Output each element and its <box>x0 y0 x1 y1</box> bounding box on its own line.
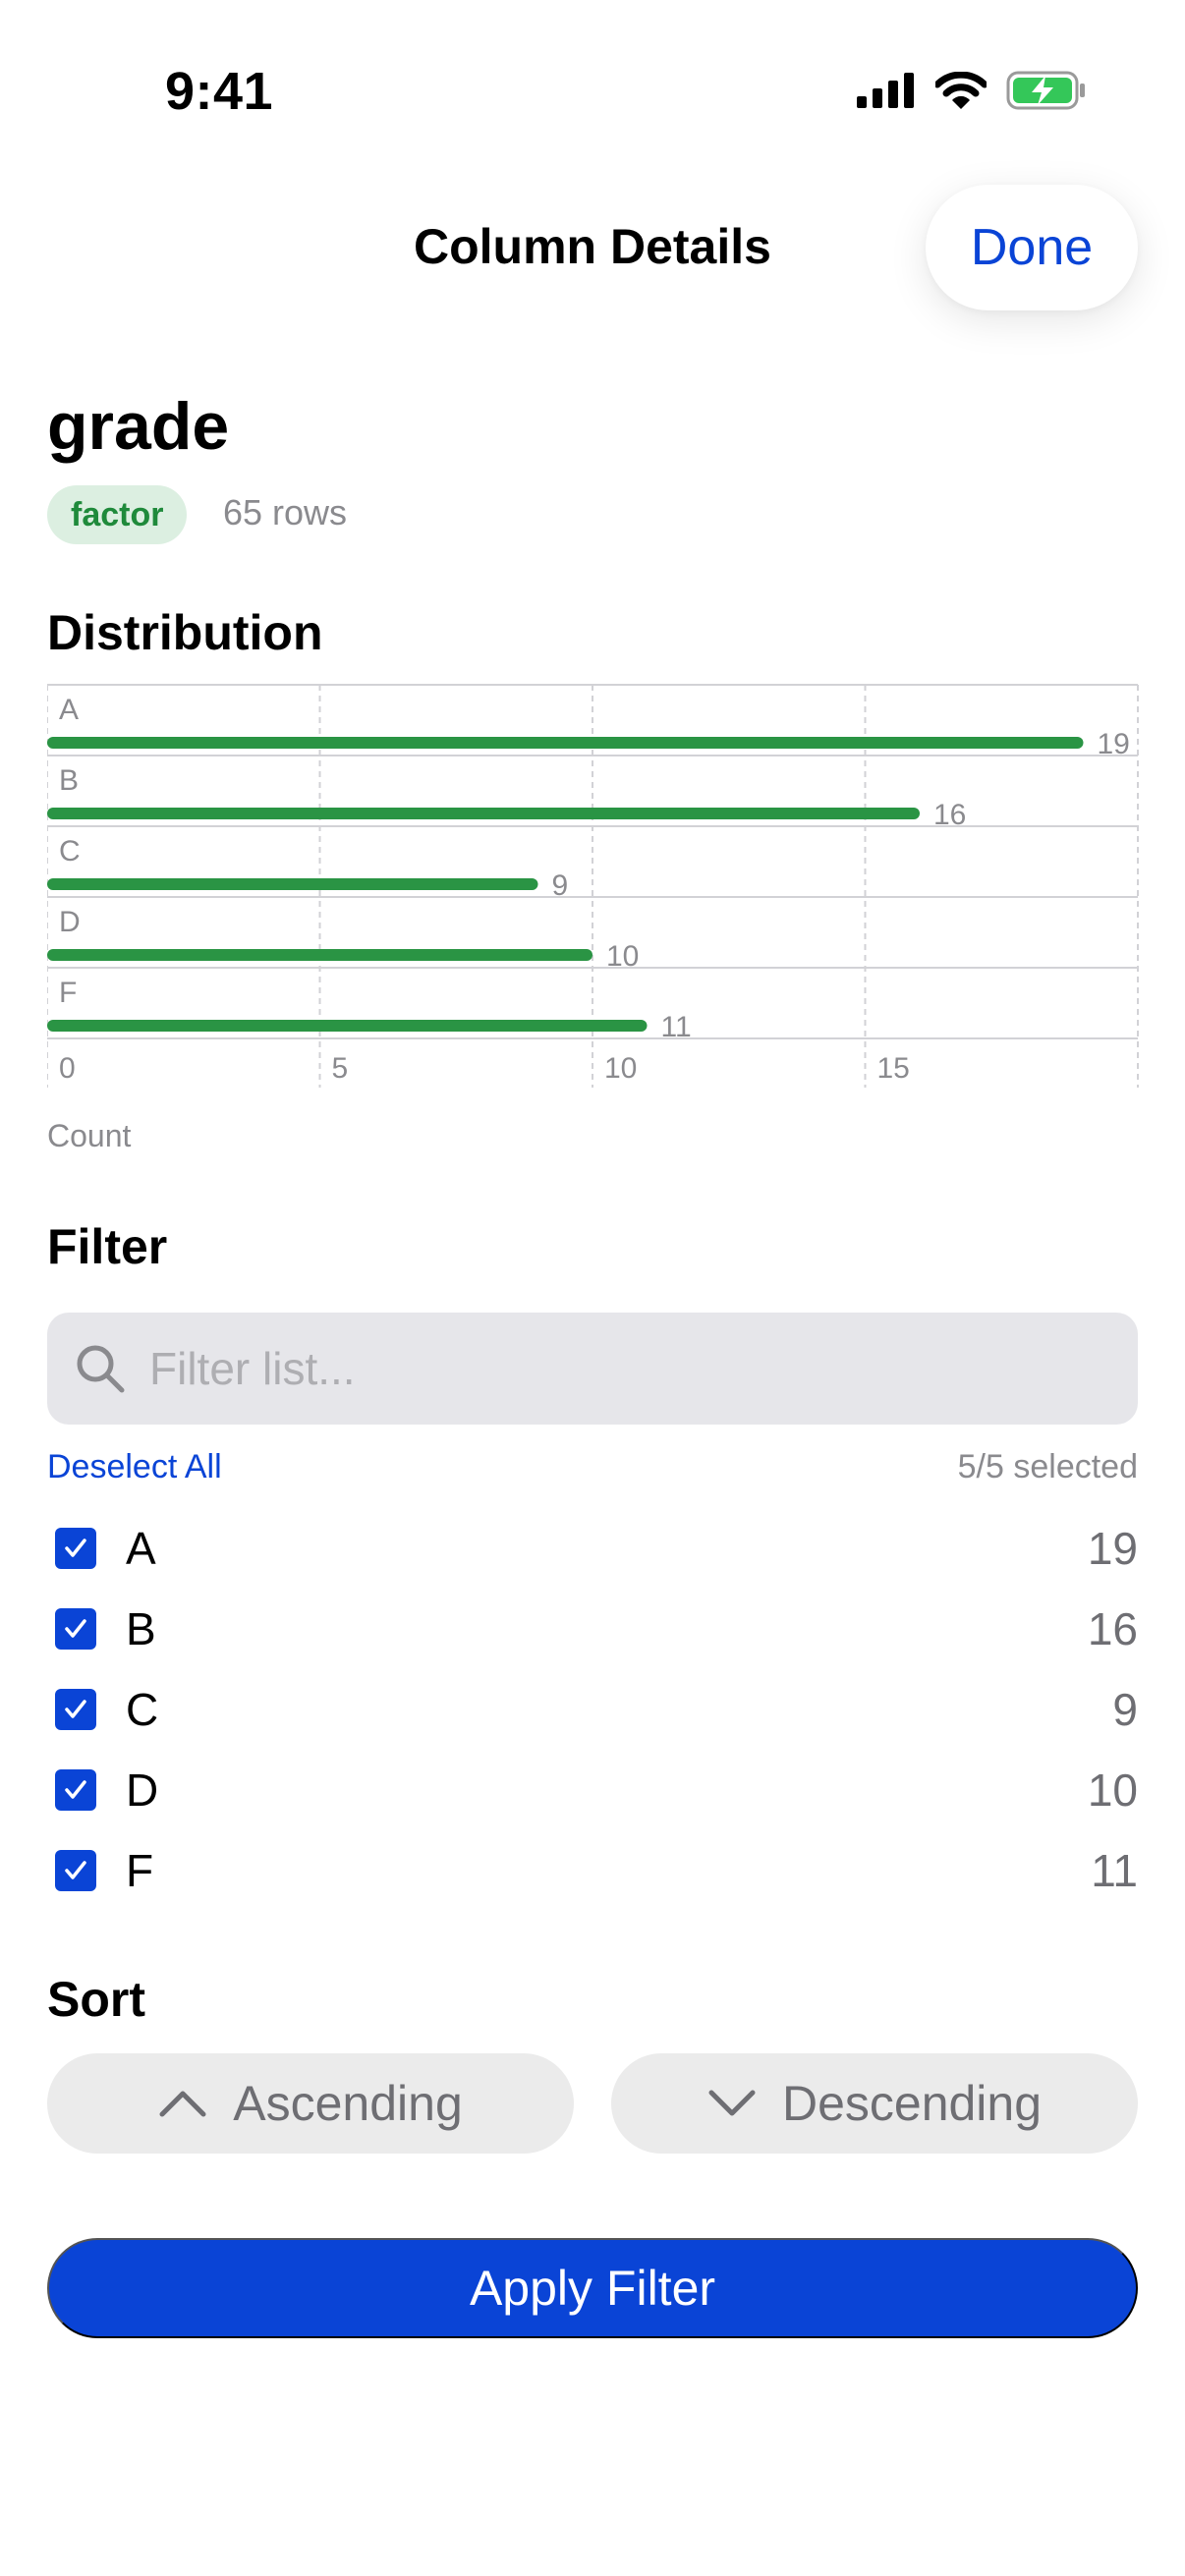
filter-option-a[interactable]: A 19 <box>47 1509 1138 1588</box>
cellular-signal-icon <box>857 73 914 108</box>
filter-search-input[interactable] <box>147 1341 1036 1396</box>
chart-bar <box>47 1020 648 1032</box>
filter-option-f[interactable]: F 11 <box>47 1831 1138 1910</box>
apply-filter-button[interactable]: Apply Filter <box>47 2238 1138 2338</box>
option-label: A <box>126 1523 156 1574</box>
chart-bar <box>47 808 920 819</box>
filter-option-c[interactable]: C 9 <box>47 1670 1138 1749</box>
chart-axis-label: Count <box>47 1118 132 1153</box>
sort-ascending-button[interactable]: Ascending <box>47 2053 574 2154</box>
chart-category-label: C <box>59 835 81 868</box>
chart-category-label: A <box>59 694 79 726</box>
status-icons <box>857 71 1087 110</box>
option-label: D <box>126 1764 159 1816</box>
status-time: 9:41 <box>165 62 274 121</box>
deselect-all-button[interactable]: Deselect All <box>47 1448 222 1486</box>
option-count: 10 <box>1087 1764 1138 1816</box>
option-count: 11 <box>1091 1845 1138 1896</box>
search-icon <box>77 1345 125 1393</box>
filter-heading: Filter <box>47 1219 168 1274</box>
chart-value-label: 10 <box>606 940 639 973</box>
chart-tick-label: 15 <box>877 1052 910 1085</box>
done-button[interactable]: Done <box>926 185 1138 310</box>
filter-option-d[interactable]: D 10 <box>47 1751 1138 1829</box>
option-label: C <box>126 1684 159 1735</box>
distribution-heading: Distribution <box>47 605 323 660</box>
option-count: 19 <box>1087 1523 1138 1574</box>
option-label: B <box>126 1603 156 1654</box>
chevron-up-icon <box>159 2091 206 2117</box>
filter-search-field[interactable] <box>47 1313 1138 1425</box>
option-count: 9 <box>1112 1684 1138 1735</box>
chart-bar <box>47 878 538 890</box>
chevron-down-icon <box>708 2090 756 2116</box>
chart-value-label: 9 <box>552 869 569 902</box>
sort-ascending-label: Ascending <box>233 2076 463 2131</box>
option-count: 16 <box>1087 1603 1138 1654</box>
battery-charging-icon <box>1006 71 1085 110</box>
checkbox-checked-icon[interactable] <box>55 1689 96 1730</box>
checkbox-checked-icon[interactable] <box>55 1850 96 1891</box>
wifi-icon <box>935 72 987 109</box>
chart-category-label: B <box>59 764 79 797</box>
sort-descending-label: Descending <box>781 2076 1043 2131</box>
chart-bar <box>47 737 1084 749</box>
chart-value-label: 11 <box>661 1011 692 1043</box>
filter-option-b[interactable]: B 16 <box>47 1590 1138 1668</box>
option-label: F <box>126 1845 154 1896</box>
chart-bar <box>47 949 592 961</box>
chart-tick-label: 10 <box>604 1052 637 1085</box>
chart-value-label: 16 <box>933 799 966 831</box>
chart-value-label: 19 <box>1098 728 1130 760</box>
column-type-badge: factor <box>47 485 188 544</box>
chart-tick-label: 5 <box>332 1052 349 1085</box>
row-count: 65 rows <box>223 492 348 532</box>
sort-descending-button[interactable]: Descending <box>611 2053 1138 2154</box>
chart-category-label: F <box>59 977 77 1009</box>
column-name: grade <box>47 389 230 464</box>
chart-category-label: D <box>59 906 81 938</box>
chart-tick-label: 0 <box>59 1052 76 1085</box>
distribution-chart: A 19 B 16 C 9 D 10 F 11 0 5 10 15 <box>47 684 1139 1088</box>
selection-count: 5/5 selected <box>957 1448 1138 1485</box>
checkbox-checked-icon[interactable] <box>55 1608 96 1650</box>
checkbox-checked-icon[interactable] <box>55 1528 96 1569</box>
sort-heading: Sort <box>47 1972 145 2027</box>
checkbox-checked-icon[interactable] <box>55 1769 96 1811</box>
